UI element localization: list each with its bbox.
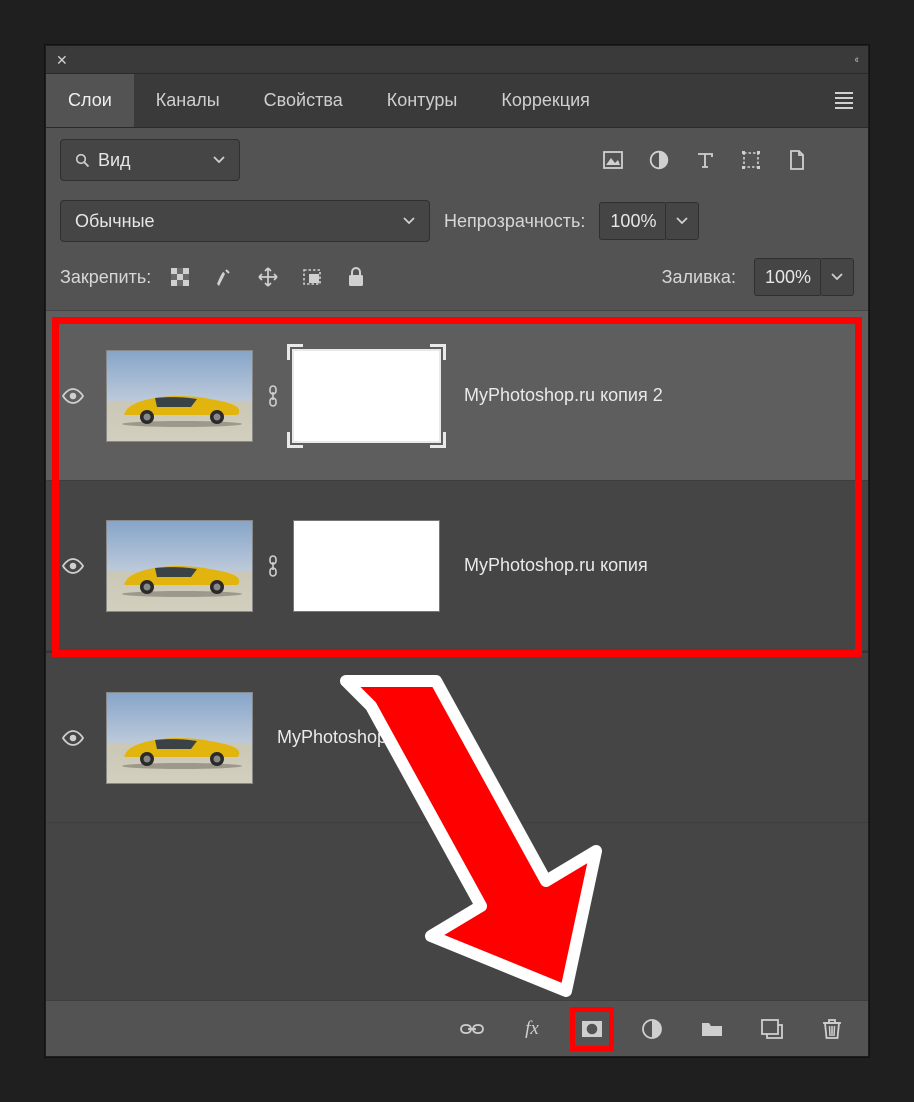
mask-link-icon[interactable] xyxy=(267,555,279,577)
layer-effects-icon[interactable]: fx xyxy=(520,1017,544,1041)
layer-row[interactable]: MyPhotoshop.ru копия 2 xyxy=(46,311,868,481)
filter-adjustment-icon[interactable] xyxy=(648,149,670,171)
panel-body: Вид xyxy=(46,128,868,1056)
layer-name[interactable]: MyPhotoshop.ru xyxy=(277,727,408,748)
layer-name[interactable]: MyPhotoshop.ru копия 2 xyxy=(464,385,663,406)
visibility-eye-icon[interactable] xyxy=(61,558,85,574)
panel-titlebar: ✕ « xyxy=(46,46,868,74)
lock-image-icon[interactable] xyxy=(213,266,235,288)
close-icon[interactable]: ✕ xyxy=(56,53,68,67)
filter-type-icon[interactable] xyxy=(694,149,716,171)
lock-artboard-icon[interactable] xyxy=(301,266,323,288)
annotation-mask-button-highlight xyxy=(570,1007,614,1051)
new-group-icon[interactable] xyxy=(700,1017,724,1041)
chevron-down-icon xyxy=(213,156,225,164)
layer-filter-icons xyxy=(602,149,808,171)
link-layers-icon[interactable] xyxy=(460,1017,484,1041)
layer-thumbnail[interactable] xyxy=(106,692,253,784)
layer-thumbnail[interactable] xyxy=(106,350,253,442)
tab-properties[interactable]: Свойства xyxy=(242,74,365,127)
layer-row[interactable]: MyPhotoshop.ru копия xyxy=(46,481,868,651)
layers-list: MyPhotoshop.ru копия 2 xyxy=(46,311,868,1000)
layer-row[interactable]: MyPhotoshop.ru xyxy=(46,653,868,823)
visibility-eye-icon[interactable] xyxy=(61,730,85,746)
new-layer-icon[interactable] xyxy=(760,1017,784,1041)
opacity-dropdown-arrow[interactable] xyxy=(665,202,699,240)
layer-name[interactable]: MyPhotoshop.ru копия xyxy=(464,555,648,576)
blend-mode-label: Обычные xyxy=(75,211,155,232)
layer-thumbnail[interactable] xyxy=(106,520,253,612)
delete-layer-icon[interactable] xyxy=(820,1017,844,1041)
view-dropdown-label: Вид xyxy=(98,150,131,171)
opacity-value[interactable]: 100% xyxy=(599,202,667,240)
panel-tabs: Слои Каналы Свойства Контуры Коррекция xyxy=(46,74,868,128)
new-adjustment-layer-icon[interactable] xyxy=(640,1017,664,1041)
fill-dropdown-arrow[interactable] xyxy=(820,258,854,296)
fill-value[interactable]: 100% xyxy=(754,258,822,296)
chevron-down-icon xyxy=(403,217,415,225)
tab-adjustments[interactable]: Коррекция xyxy=(479,74,612,127)
lock-transparency-icon[interactable] xyxy=(169,266,191,288)
layer-view-dropdown[interactable]: Вид xyxy=(60,139,240,181)
layers-panel: ✕ « Слои Каналы Свойства Контуры Коррекц… xyxy=(45,45,869,1057)
collapse-icon[interactable]: « xyxy=(854,54,858,66)
fill-label: Заливка: xyxy=(662,267,736,288)
visibility-eye-icon[interactable] xyxy=(61,388,85,404)
layer-mask-thumbnail[interactable] xyxy=(293,350,440,442)
tab-paths[interactable]: Контуры xyxy=(365,74,480,127)
mask-link-icon[interactable] xyxy=(267,385,279,407)
tab-channels[interactable]: Каналы xyxy=(134,74,242,127)
filter-toggle[interactable] xyxy=(824,138,854,182)
lock-position-icon[interactable] xyxy=(257,266,279,288)
panel-menu-icon[interactable] xyxy=(820,74,868,127)
filter-smartobject-icon[interactable] xyxy=(786,149,808,171)
search-icon xyxy=(75,153,90,168)
layers-panel-footer: fx xyxy=(46,1000,868,1056)
opacity-label: Непрозрачность: xyxy=(444,211,585,232)
lock-label: Закрепить: xyxy=(60,267,151,288)
lock-all-icon[interactable] xyxy=(345,266,367,288)
layer-mask-thumbnail[interactable] xyxy=(293,520,440,612)
filter-pixel-icon[interactable] xyxy=(602,149,624,171)
blend-mode-dropdown[interactable]: Обычные xyxy=(60,200,430,242)
filter-shape-icon[interactable] xyxy=(740,149,762,171)
tab-layers[interactable]: Слои xyxy=(46,74,134,127)
